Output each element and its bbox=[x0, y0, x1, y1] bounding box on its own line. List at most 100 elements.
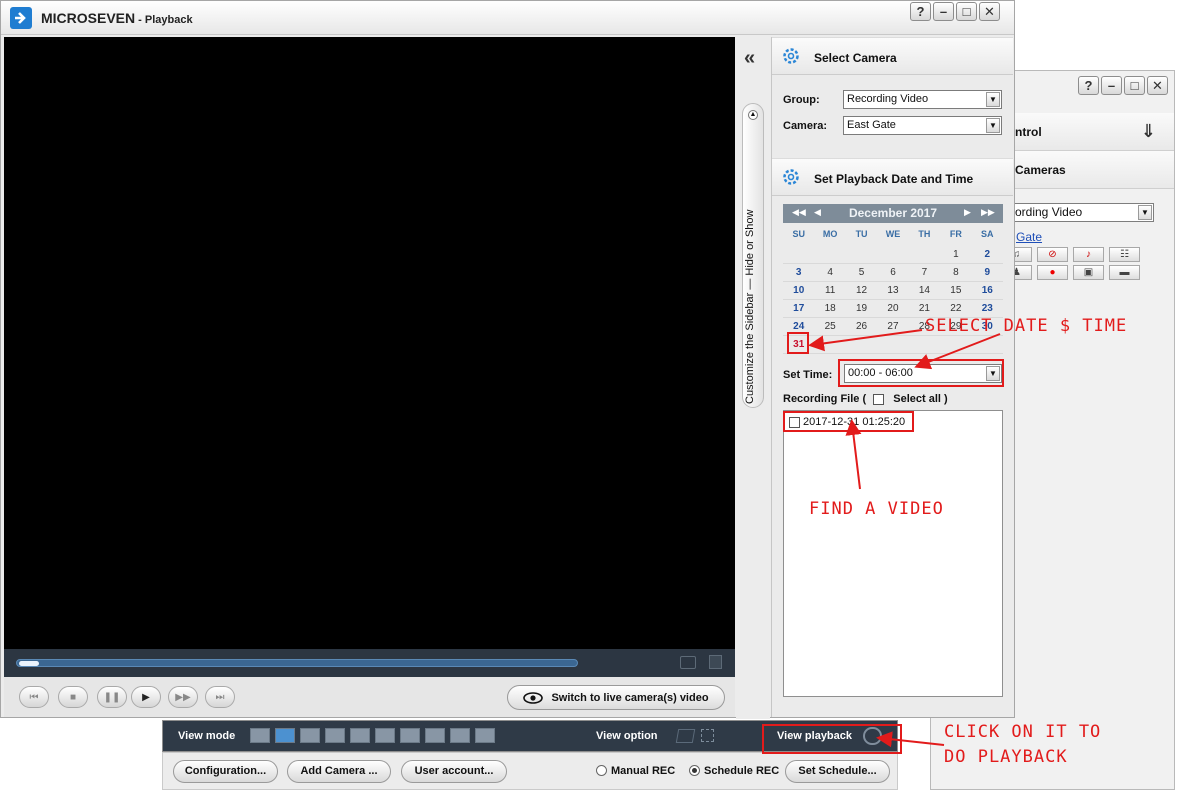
layout-6-icon[interactable] bbox=[300, 728, 320, 743]
help-button[interactable]: ? bbox=[1078, 76, 1099, 95]
select-all-checkbox[interactable] bbox=[873, 393, 885, 405]
view-layouts bbox=[250, 728, 495, 743]
playback-date-title: Set Playback Date and Time bbox=[814, 172, 974, 186]
calendar-day[interactable]: 19 bbox=[845, 300, 878, 318]
user-account-button[interactable]: User account... bbox=[401, 760, 507, 783]
save-clip-icon[interactable] bbox=[709, 655, 722, 669]
calendar-day[interactable]: 25 bbox=[814, 318, 846, 336]
calendar-empty-cell bbox=[845, 246, 878, 264]
calendar-day[interactable]: 2 bbox=[971, 246, 1003, 264]
pause-button[interactable]: ❚❚ bbox=[97, 686, 127, 708]
layout-1-icon[interactable] bbox=[250, 728, 270, 743]
add-camera-button[interactable]: Add Camera ... bbox=[287, 760, 391, 783]
next-year-icon[interactable]: ▶▶ bbox=[981, 207, 995, 218]
layout-13-icon[interactable] bbox=[400, 728, 420, 743]
secondary-window-controls: ? – □ ✕ bbox=[1078, 76, 1168, 95]
calendar-day[interactable]: 5 bbox=[845, 264, 878, 282]
minimize-button[interactable]: – bbox=[1101, 76, 1122, 95]
secondary-group-value: ording Video bbox=[1015, 205, 1083, 219]
speaker-icon[interactable]: ♪ bbox=[1073, 247, 1104, 262]
annotation-box-time bbox=[838, 359, 1004, 387]
snapshot-icon[interactable] bbox=[680, 656, 696, 669]
fast-forward-button[interactable]: ▶▶ bbox=[168, 686, 198, 708]
calendar-day[interactable]: 26 bbox=[845, 318, 878, 336]
configuration-button[interactable]: Configuration... bbox=[173, 760, 278, 783]
calendar-day[interactable]: 12 bbox=[845, 282, 878, 300]
manual-rec-option[interactable]: Manual REC bbox=[596, 765, 675, 777]
chevron-down-icon: ▼ bbox=[986, 118, 1000, 133]
help-button[interactable]: ? bbox=[910, 2, 931, 21]
select-camera-title: Select Camera bbox=[814, 51, 897, 65]
calendar-day[interactable]: 20 bbox=[877, 300, 909, 318]
bar-icon[interactable]: ▬ bbox=[1109, 265, 1140, 280]
calendar-weekdays: SU MO TU WE TH FR SA bbox=[783, 229, 1003, 239]
eye-icon bbox=[523, 691, 544, 704]
app-logo-icon bbox=[10, 7, 32, 29]
pause-icon: ❚❚ bbox=[103, 691, 121, 703]
calendar-day[interactable]: 18 bbox=[814, 300, 846, 318]
layout-20-icon[interactable] bbox=[450, 728, 470, 743]
layout-9-icon[interactable] bbox=[350, 728, 370, 743]
calendar-day[interactable]: 16 bbox=[971, 282, 1003, 300]
calendar-day[interactable]: 1 bbox=[940, 246, 972, 264]
calendar-day[interactable]: 9 bbox=[971, 264, 1003, 282]
camera-snapshot-icon[interactable]: ▣ bbox=[1073, 265, 1104, 280]
layout-4-icon[interactable] bbox=[275, 728, 295, 743]
manual-rec-radio[interactable] bbox=[596, 765, 607, 776]
minimize-button[interactable]: – bbox=[933, 2, 954, 21]
switch-to-live-button[interactable]: Switch to live camera(s) video bbox=[507, 685, 725, 710]
calendar-day[interactable]: 13 bbox=[877, 282, 909, 300]
group-label: Group: bbox=[783, 94, 820, 106]
stop-button[interactable]: ■ bbox=[58, 686, 88, 708]
camera-link[interactable]: Gate bbox=[1016, 230, 1042, 244]
double-chevron-down-icon[interactable]: ⇓ bbox=[1141, 121, 1156, 142]
calendar-day[interactable]: 27 bbox=[877, 318, 909, 336]
layout-10-icon[interactable] bbox=[375, 728, 395, 743]
select-all-text: Select all ) bbox=[893, 393, 948, 405]
select-camera-header[interactable]: Select Camera bbox=[772, 37, 1013, 75]
secondary-group-select[interactable]: ording Video ▼ bbox=[1011, 203, 1154, 222]
progress-slider[interactable] bbox=[16, 659, 578, 667]
close-button[interactable]: ✕ bbox=[1147, 76, 1168, 95]
record-icon[interactable]: ● bbox=[1037, 265, 1068, 280]
maximize-button[interactable]: □ bbox=[956, 2, 977, 21]
camera-select[interactable]: East Gate ▼ bbox=[843, 116, 1002, 135]
calendar-day[interactable]: 10 bbox=[783, 282, 815, 300]
title-bar[interactable]: MICROSEVEN - Playback ? – □ ✕ bbox=[1, 1, 1014, 35]
app-name: MICROSEVEN bbox=[41, 10, 136, 26]
play-button[interactable]: ▶ bbox=[131, 686, 161, 708]
calendar-day[interactable]: 11 bbox=[814, 282, 846, 300]
playback-date-header[interactable]: Set Playback Date and Time bbox=[772, 158, 1013, 196]
skip-to-start-button[interactable]: ⏮ bbox=[19, 686, 49, 708]
calendar-days: 1 2 3 4 5 6 7 8 9 10 11 12 13 14 15 16 17 18 19 20 21 22 23 24 2… bbox=[783, 246, 1003, 354]
next-month-icon[interactable]: ▶ bbox=[964, 207, 971, 218]
calendar-day[interactable]: 17 bbox=[783, 300, 815, 318]
mute-mic-icon[interactable]: ⊘ bbox=[1037, 247, 1068, 262]
double-chevron-left-icon[interactable]: « bbox=[744, 47, 755, 70]
skip-to-end-button[interactable]: ⏭ bbox=[205, 686, 235, 708]
playback-controls: ⏮ ■ ❚❚ ▶ ▶▶ ⏭ Switch to live camera(s) v… bbox=[4, 677, 735, 717]
layout-25-icon[interactable] bbox=[475, 728, 495, 743]
calendar-day[interactable]: 4 bbox=[814, 264, 846, 282]
fullscreen-icon[interactable] bbox=[701, 729, 714, 742]
sidebar-hide-show-toggle[interactable]: ▲ Customize the Sidebar — Hide or Show bbox=[742, 103, 764, 408]
calendar-day[interactable]: 3 bbox=[783, 264, 815, 282]
view-option-3d-icon[interactable] bbox=[675, 729, 696, 743]
layout-8-icon[interactable] bbox=[325, 728, 345, 743]
set-schedule-button[interactable]: Set Schedule... bbox=[785, 760, 890, 783]
calendar-day[interactable]: 6 bbox=[877, 264, 909, 282]
video-viewport[interactable] bbox=[4, 37, 735, 649]
close-button[interactable]: ✕ bbox=[979, 2, 1000, 21]
calendar-day[interactable]: 15 bbox=[940, 282, 972, 300]
calendar-day[interactable]: 8 bbox=[940, 264, 972, 282]
network-icon[interactable]: ☷ bbox=[1109, 247, 1140, 262]
group-select[interactable]: Recording Video ▼ bbox=[843, 90, 1002, 109]
schedule-rec-radio[interactable] bbox=[689, 765, 700, 776]
schedule-rec-option[interactable]: Schedule REC bbox=[689, 765, 779, 777]
recording-file-label: Recording File ( Select all ) bbox=[783, 393, 948, 405]
view-mode-label: View mode bbox=[178, 730, 236, 742]
layout-16-icon[interactable] bbox=[425, 728, 445, 743]
calendar-day[interactable]: 14 bbox=[908, 282, 941, 300]
calendar-day[interactable]: 7 bbox=[908, 264, 941, 282]
maximize-button[interactable]: □ bbox=[1124, 76, 1145, 95]
